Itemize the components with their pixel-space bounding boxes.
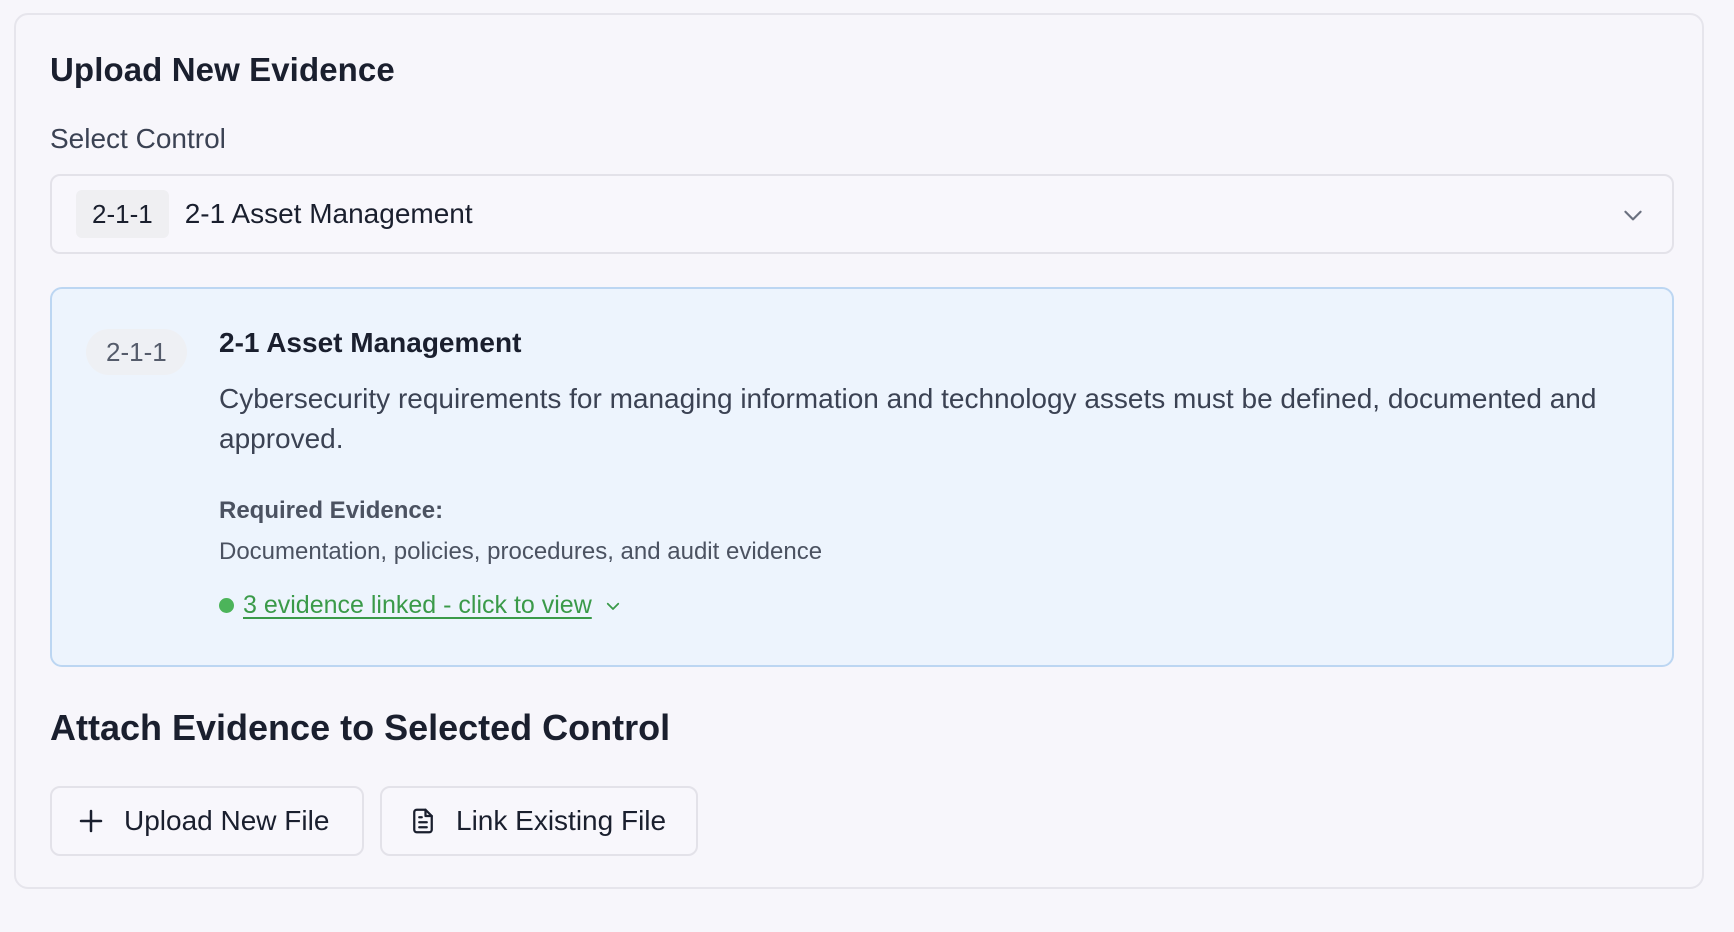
- chevron-down-icon: [1624, 210, 1642, 221]
- chevron-down-icon: [606, 602, 619, 610]
- control-detail-code: 2-1-1: [86, 329, 187, 375]
- control-select-value: 2-1 Asset Management: [184, 198, 473, 229]
- link-existing-file-label: Link Existing File: [456, 805, 667, 836]
- control-detail-title: 2-1 Asset Management: [219, 327, 522, 358]
- evidence-linked-link[interactable]: 3 evidence linked - click to view: [243, 591, 592, 620]
- upload-new-file-button[interactable]: Upload New File: [50, 786, 364, 856]
- control-detail-description: Cybersecurity requirements for managing …: [219, 383, 1597, 454]
- upload-new-file-label: Upload New File: [124, 805, 330, 836]
- control-code-chip: 2-1-1: [76, 190, 169, 238]
- required-evidence-value: Documentation, policies, procedures, and…: [219, 538, 823, 565]
- status-dot-icon: [219, 598, 234, 613]
- attach-evidence-title: Attach Evidence to Selected Control: [50, 707, 671, 748]
- control-detail-panel: 2-1-1 2-1 Asset Management Cybersecurity…: [50, 287, 1674, 667]
- link-existing-file-button[interactable]: Link Existing File: [380, 786, 698, 856]
- page-title: Upload New Evidence: [50, 51, 395, 88]
- upload-evidence-card: Upload New Evidence Select Control 2-1-1…: [14, 13, 1704, 889]
- evidence-linked-toggle[interactable]: 3 evidence linked - click to view: [219, 591, 622, 620]
- file-icon: [413, 808, 433, 834]
- plus-icon: [79, 809, 103, 833]
- select-control-label: Select Control: [50, 123, 226, 154]
- required-evidence-label: Required Evidence:: [219, 497, 444, 524]
- control-select[interactable]: 2-1-1 2-1 Asset Management: [50, 174, 1674, 254]
